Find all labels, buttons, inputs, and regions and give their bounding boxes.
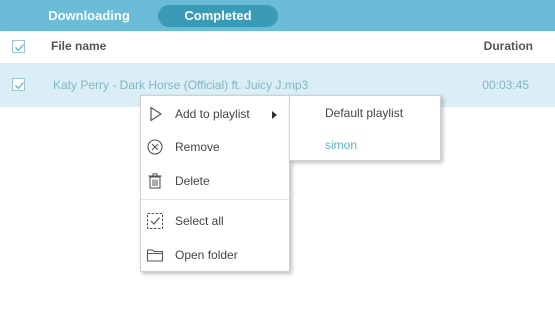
select-all-checkbox[interactable] xyxy=(12,40,25,53)
folder-icon xyxy=(146,246,164,264)
play-outline-icon xyxy=(146,105,164,123)
column-header-filename[interactable]: File name xyxy=(51,39,106,53)
row-checkbox[interactable] xyxy=(12,78,25,91)
submenu-item-label: Default playlist xyxy=(325,106,404,120)
submenu-arrow-icon xyxy=(272,111,277,119)
menu-item-select-all[interactable]: Select all xyxy=(141,207,289,235)
submenu-item-simon[interactable]: simon xyxy=(290,131,440,159)
context-menu: Add to playlist Remove Delete Select all xyxy=(140,95,290,272)
menu-item-open-folder[interactable]: Open folder xyxy=(141,241,289,269)
menu-item-label: Open folder xyxy=(175,248,238,262)
menu-item-remove[interactable]: Remove xyxy=(141,133,289,161)
submenu-item-default-playlist[interactable]: Default playlist xyxy=(290,99,440,127)
menu-item-label: Add to playlist xyxy=(175,107,250,121)
file-name: Katy Perry - Dark Horse (Official) ft. J… xyxy=(53,78,309,92)
menu-item-label: Select all xyxy=(175,214,224,228)
remove-circle-icon xyxy=(146,138,164,156)
trash-icon xyxy=(146,172,164,190)
file-list-header: File name Duration xyxy=(0,31,555,62)
menu-item-add-to-playlist[interactable]: Add to playlist xyxy=(141,100,289,128)
select-all-icon xyxy=(146,212,164,230)
menu-separator xyxy=(141,199,289,200)
tab-completed[interactable]: Completed xyxy=(158,5,278,27)
file-duration: 00:03:45 xyxy=(482,78,529,92)
playlist-submenu: Default playlist simon xyxy=(289,95,441,161)
submenu-item-label: simon xyxy=(325,138,358,152)
tab-downloading[interactable]: Downloading xyxy=(38,5,140,27)
column-header-duration[interactable]: Duration xyxy=(484,39,533,53)
menu-item-delete[interactable]: Delete xyxy=(141,167,289,195)
menu-item-label: Delete xyxy=(175,174,210,188)
tab-bar: Downloading Completed xyxy=(0,0,555,31)
downloader-window: Downloading Completed File name Duration… xyxy=(0,0,555,322)
checkmark-icon xyxy=(15,44,24,52)
checkmark-icon xyxy=(15,82,24,90)
menu-item-label: Remove xyxy=(175,140,220,154)
